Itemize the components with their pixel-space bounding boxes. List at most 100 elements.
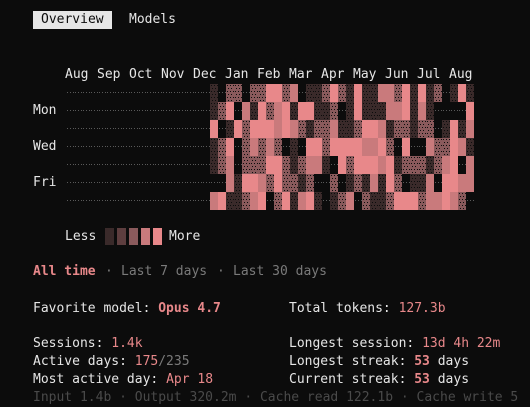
heatmap-dither xyxy=(356,130,357,131)
heatmap-dither xyxy=(289,91,290,92)
heatmap-dither xyxy=(294,163,295,164)
heatmap-cell-empty xyxy=(179,146,180,147)
heatmap-cell xyxy=(338,84,346,102)
heatmap-dither xyxy=(366,205,367,206)
heatmap-dither xyxy=(364,178,365,179)
heatmap-cell xyxy=(242,192,250,210)
heatmap-dither xyxy=(403,127,404,128)
heatmap-dither xyxy=(230,127,231,128)
heatmap-cell-empty xyxy=(339,110,340,111)
heatmap-dither xyxy=(316,196,317,197)
heatmap-dither xyxy=(459,199,460,200)
heatmap-dither xyxy=(406,127,407,128)
heatmap-dither xyxy=(363,85,364,86)
heatmap-cell xyxy=(218,138,226,156)
heatmap-cell-empty xyxy=(238,164,239,165)
heatmap-dither xyxy=(398,181,399,182)
heatmap-cell-empty xyxy=(449,92,450,93)
range-all-time[interactable]: All time xyxy=(33,263,96,281)
heatmap-cell xyxy=(370,102,378,120)
heatmap-cell-empty xyxy=(118,128,119,129)
heatmap-dither xyxy=(307,127,308,128)
heatmap-dither xyxy=(313,97,314,98)
heatmap-dither xyxy=(471,94,472,95)
heatmap-dither xyxy=(398,121,399,122)
heatmap-dither xyxy=(430,169,431,170)
range-last-30-days[interactable]: Last 30 days xyxy=(233,263,327,281)
heatmap-cell-empty xyxy=(163,92,164,93)
heatmap-dither xyxy=(292,154,293,155)
heatmap-dither xyxy=(385,109,386,110)
heatmap-cell-empty xyxy=(107,164,108,165)
heatmap-dither xyxy=(212,88,213,89)
heatmap-dither xyxy=(299,163,300,164)
heatmap-dither xyxy=(358,187,359,188)
heatmap-cell-empty xyxy=(115,146,116,147)
heatmap-dither xyxy=(254,115,255,116)
heatmap-cell-empty xyxy=(177,182,178,183)
heatmap-cell-empty xyxy=(121,110,122,111)
heatmap-dither xyxy=(284,172,285,173)
heatmap-cell-empty xyxy=(153,164,154,165)
heatmap-dither xyxy=(443,139,444,140)
heatmap-cell xyxy=(354,120,362,138)
heatmap-cell-empty xyxy=(187,92,188,93)
heatmap-dither xyxy=(300,190,301,191)
heatmap-cell-empty xyxy=(67,146,68,147)
heatmap-dither xyxy=(318,199,319,200)
heatmap-cell-empty xyxy=(195,182,196,183)
heatmap-dither xyxy=(315,199,316,200)
heatmap-dither xyxy=(252,172,253,173)
heatmap-dither xyxy=(423,196,424,197)
heatmap-dither xyxy=(324,124,325,125)
heatmap-dither xyxy=(313,91,314,92)
heatmap-dither xyxy=(303,160,304,161)
heatmap-dither xyxy=(414,187,415,188)
heatmap-dither xyxy=(452,88,453,89)
heatmap-dither xyxy=(425,133,426,134)
heatmap-dither xyxy=(334,103,335,104)
heatmap-dither xyxy=(364,88,365,89)
heatmap-dither xyxy=(289,85,290,86)
heatmap-dither xyxy=(243,127,244,128)
heatmap-dither xyxy=(244,130,245,131)
heatmap-dither xyxy=(220,160,221,161)
heatmap-dither xyxy=(399,88,400,89)
heatmap-cell-empty xyxy=(123,110,124,111)
heatmap-dither xyxy=(271,178,272,179)
heatmap-dither xyxy=(214,103,215,104)
heatmap-dither xyxy=(222,139,223,140)
heatmap-dither xyxy=(427,127,428,128)
longest-session-label: Longest session: xyxy=(289,336,415,351)
legend-swatch xyxy=(141,228,150,245)
heatmap-dither xyxy=(260,142,261,143)
heatmap-cell-empty xyxy=(153,110,154,111)
heatmap-dither xyxy=(350,103,351,104)
heatmap-dither xyxy=(364,118,365,119)
heatmap-cell xyxy=(306,84,314,102)
heatmap-cell-empty xyxy=(110,164,111,165)
heatmap-cell-empty xyxy=(209,182,210,183)
heatmap-cell-empty xyxy=(171,200,172,201)
heatmap-cell-empty xyxy=(190,182,191,183)
heatmap-dither xyxy=(335,106,336,107)
heatmap-dither xyxy=(430,163,431,164)
heatmap-cell-empty xyxy=(163,164,164,165)
heatmap-cell-empty xyxy=(187,182,188,183)
heatmap-dither xyxy=(329,151,330,152)
heatmap-dither xyxy=(375,118,376,119)
heatmap-dither xyxy=(262,97,263,98)
heatmap-dither xyxy=(452,94,453,95)
heatmap-cell xyxy=(394,84,402,102)
heatmap-cell-empty xyxy=(174,200,175,201)
heatmap-dither xyxy=(249,157,250,158)
heatmap-cell-empty xyxy=(174,182,175,183)
heatmap-dither xyxy=(372,112,373,113)
legend-less-label: Less xyxy=(65,229,97,244)
heatmap-cell-empty xyxy=(179,92,180,93)
heatmap-cell xyxy=(370,120,378,138)
range-last-7-days[interactable]: Last 7 days xyxy=(121,263,207,281)
heatmap-dither xyxy=(430,127,431,128)
heatmap-dither xyxy=(212,106,213,107)
heatmap-dither xyxy=(427,115,428,116)
